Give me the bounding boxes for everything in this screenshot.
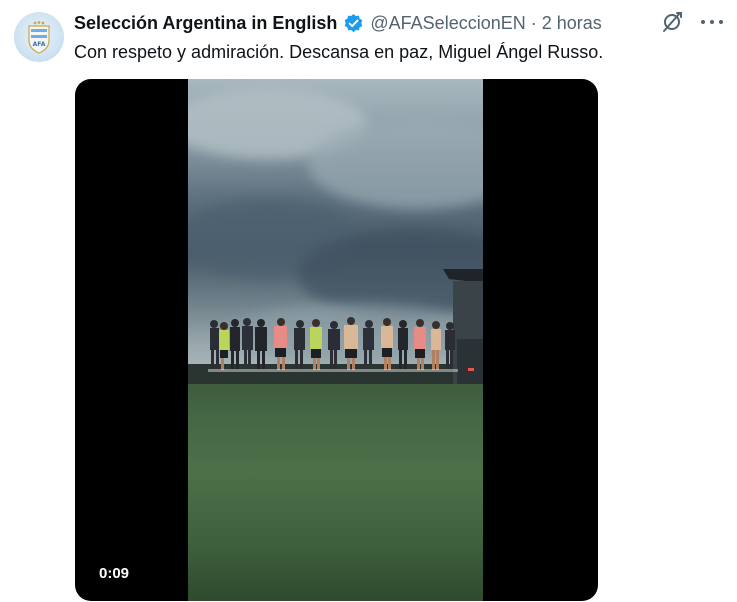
verified-badge-icon[interactable]	[343, 13, 364, 34]
handle[interactable]: @AFASeleccionEN	[370, 13, 525, 34]
display-name[interactable]: Selección Argentina in English	[74, 13, 337, 34]
video-duration: 0:09	[99, 565, 130, 582]
afa-crest-icon: AFA	[28, 21, 50, 54]
tweet-header: Selección Argentina in English @AFASelec…	[74, 11, 723, 35]
tweet-text: Con respeto y admiración. Descansa en pa…	[74, 42, 604, 62]
players-huddle	[208, 317, 474, 372]
separator-dot: ·	[530, 12, 537, 33]
pitch-grass	[188, 384, 483, 601]
svg-text:AFA: AFA	[33, 41, 46, 48]
timestamp-link[interactable]: 2 horas	[542, 13, 602, 34]
grok-icon[interactable]	[661, 11, 683, 33]
video-frame	[188, 79, 483, 601]
avatar[interactable]: AFA	[14, 12, 64, 62]
header-actions	[661, 11, 723, 33]
more-options-icon[interactable]	[701, 11, 723, 33]
video-player[interactable]: 0:09	[75, 79, 598, 601]
